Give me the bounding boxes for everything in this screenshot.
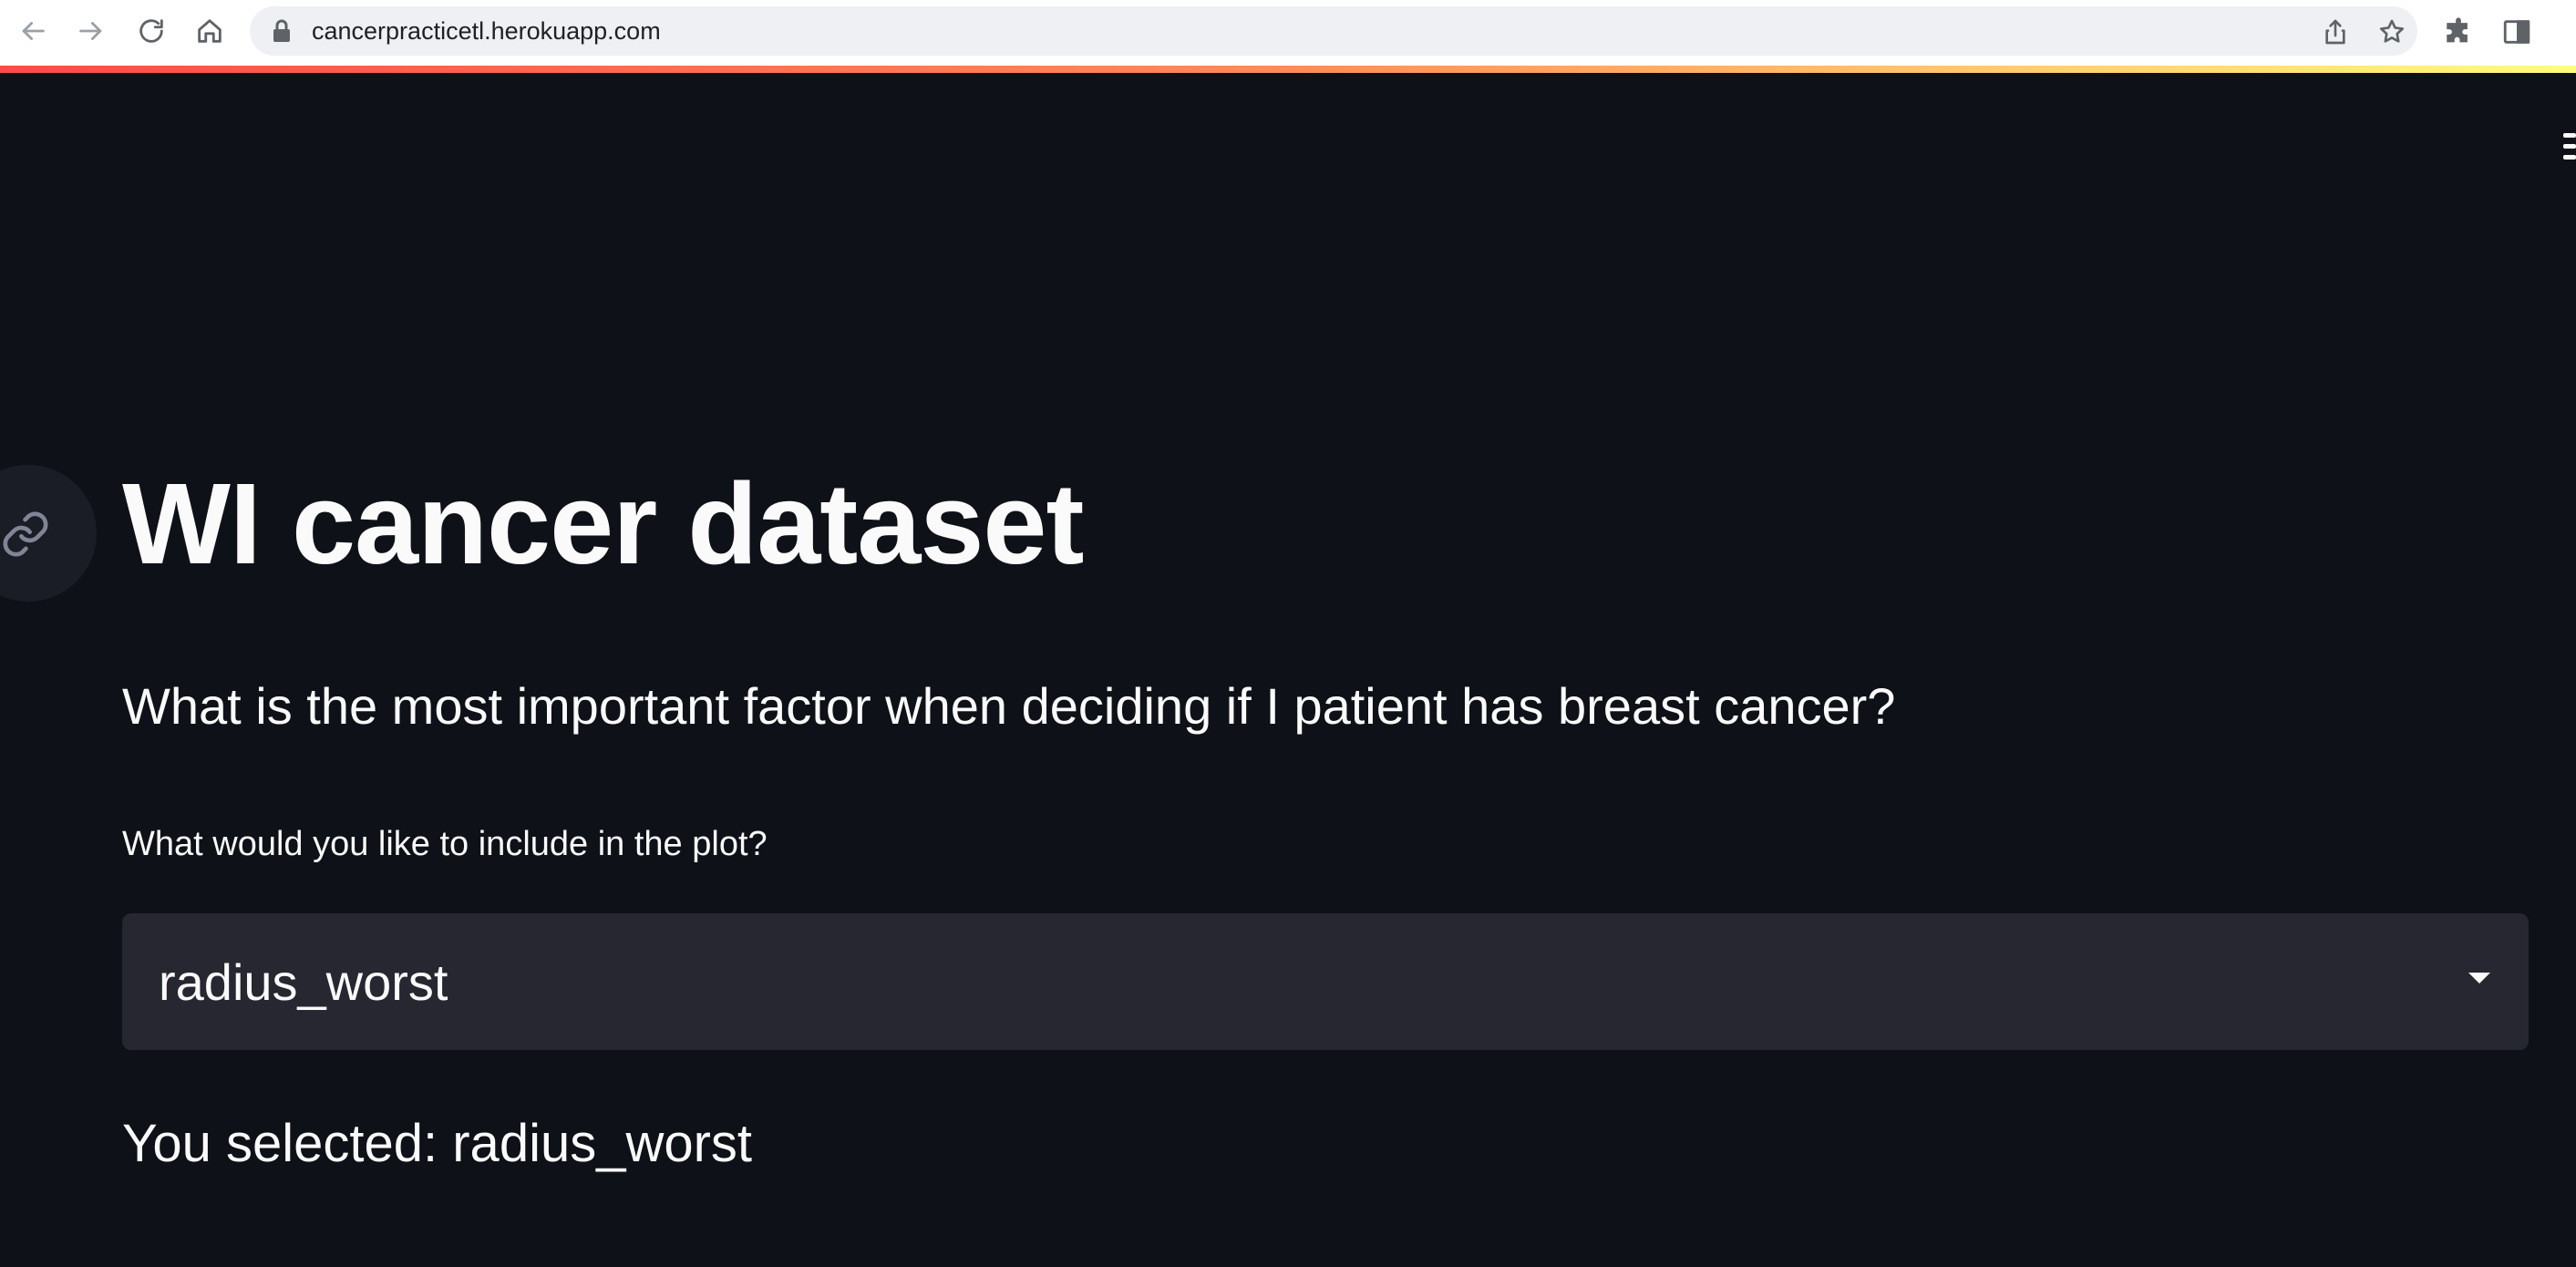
browser-toolbar: cancerpracticetl.herokuapp.com bbox=[0, 0, 2576, 66]
home-icon[interactable] bbox=[191, 13, 228, 49]
question-text: What is the most important factor when d… bbox=[122, 677, 1896, 735]
selected-output-text: You selected: radius_worst bbox=[122, 1114, 753, 1173]
link-icon bbox=[3, 511, 48, 557]
bookmark-star-icon[interactable] bbox=[2377, 17, 2406, 46]
url-text[interactable]: cancerpracticetl.herokuapp.com bbox=[312, 17, 661, 45]
title-anchor-link[interactable] bbox=[0, 465, 97, 602]
extensions-puzzle-icon[interactable] bbox=[2443, 16, 2474, 47]
back-arrow-icon[interactable] bbox=[15, 13, 51, 49]
app-decoration-bar bbox=[0, 66, 2576, 73]
select-label: What would you like to include in the pl… bbox=[122, 825, 768, 863]
chevron-down-icon[interactable] bbox=[2468, 973, 2490, 984]
lock-icon[interactable] bbox=[272, 19, 292, 43]
share-icon[interactable] bbox=[2321, 17, 2350, 46]
select-value: radius_worst bbox=[159, 953, 448, 1011]
hamburger-menu-icon[interactable] bbox=[2563, 133, 2576, 171]
feature-select[interactable]: radius_worst bbox=[122, 913, 2529, 1050]
forward-arrow-icon[interactable] bbox=[73, 13, 109, 49]
reload-icon[interactable] bbox=[133, 13, 170, 49]
page-title: WI cancer dataset bbox=[122, 459, 1084, 588]
address-bar[interactable]: cancerpracticetl.herokuapp.com bbox=[250, 6, 2417, 56]
streamlit-app: WI cancer dataset What is the most impor… bbox=[0, 73, 2576, 1267]
side-panel-icon[interactable] bbox=[2501, 16, 2532, 47]
